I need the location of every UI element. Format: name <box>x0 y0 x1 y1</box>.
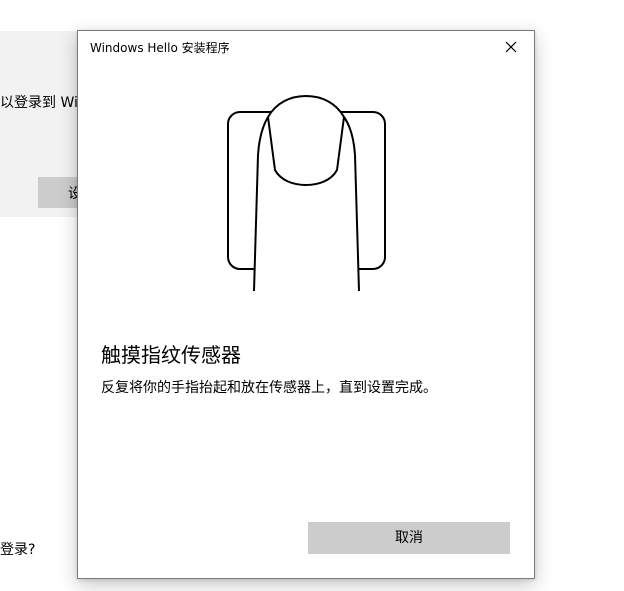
dialog-title: Windows Hello 安装程序 <box>90 41 230 55</box>
cancel-button[interactable]: 取消 <box>308 522 510 554</box>
fingerprint-touch-icon <box>227 95 386 292</box>
background-settings-text: 以登录到 Win <box>0 95 84 111</box>
windows-hello-setup-dialog: Windows Hello 安装程序 触摸指纹传感器 反复将你的手指抬起和放在传… <box>77 30 535 579</box>
close-icon <box>505 41 517 53</box>
background-question-text: 登录? <box>0 542 36 558</box>
desktop-stage: 以登录到 Win 设 登录? Windows Hello 安装程序 触摸指纹传感… <box>0 0 624 591</box>
dialog-heading: 触摸指纹传感器 <box>101 343 241 367</box>
dialog-description: 反复将你的手指抬起和放在传感器上，直到设置完成。 <box>101 380 437 396</box>
close-button[interactable] <box>488 31 534 63</box>
dialog-titlebar[interactable]: Windows Hello 安装程序 <box>78 31 534 63</box>
